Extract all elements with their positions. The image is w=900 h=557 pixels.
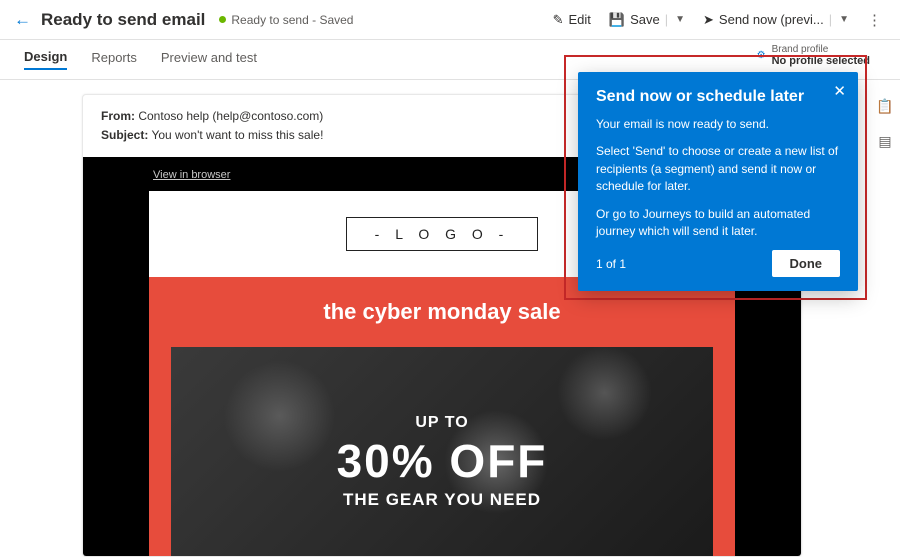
status-dot-icon (219, 16, 226, 23)
sale-title: the cyber monday sale (149, 299, 735, 325)
subject-value: You won't want to miss this sale! (151, 128, 323, 142)
close-icon[interactable]: ✕ (833, 82, 846, 100)
logo-placeholder: - L O G O - (346, 217, 539, 251)
hero-subline: THE GEAR YOU NEED (343, 490, 541, 510)
send-icon: ➤ (703, 12, 714, 28)
hero-headline: 30% OFF (337, 434, 548, 488)
save-button[interactable]: 💾 Save | ▼ (605, 8, 689, 32)
pencil-icon: ✎ (553, 12, 564, 28)
send-now-button[interactable]: ➤ Send now (previ... | ▼ (699, 8, 853, 32)
teaching-callout: ✕ Send now or schedule later Your email … (578, 72, 858, 291)
tab-design[interactable]: Design (24, 49, 67, 70)
back-arrow-icon[interactable]: ← (14, 10, 31, 30)
gear-icon: ⚙ (757, 50, 766, 61)
callout-text-3: Or go to Journeys to build an automated … (596, 206, 840, 241)
brand-profile-value: No profile selected (772, 55, 870, 67)
status-text: Ready to send - Saved (231, 13, 353, 27)
tab-preview-and-test[interactable]: Preview and test (161, 50, 257, 69)
subject-label: Subject: (101, 128, 148, 142)
more-menu-button[interactable]: ⋮ (863, 11, 886, 29)
separator: | (665, 12, 668, 27)
callout-text-1: Your email is now ready to send. (596, 116, 840, 133)
hero-image: UP TO 30% OFF THE GEAR YOU NEED (171, 347, 713, 557)
brand-profile-label: Brand profile (772, 44, 870, 55)
save-icon: 💾 (609, 12, 625, 28)
chevron-down-icon[interactable]: ▼ (675, 14, 685, 25)
save-label: Save (630, 12, 660, 27)
from-value: Contoso help (help@contoso.com) (138, 109, 323, 123)
brand-profile-selector[interactable]: ⚙ Brand profile No profile selected (757, 44, 870, 67)
callout-page-indicator: 1 of 1 (596, 257, 626, 271)
done-button[interactable]: Done (772, 250, 841, 277)
from-label: From: (101, 109, 135, 123)
status-indicator: Ready to send - Saved (219, 13, 353, 27)
chevron-down-icon[interactable]: ▼ (839, 14, 849, 25)
callout-title: Send now or schedule later (596, 88, 840, 106)
tab-reports[interactable]: Reports (91, 50, 137, 69)
callout-text-2: Select 'Send' to choose or create a new … (596, 143, 840, 195)
separator: | (829, 12, 832, 27)
sale-banner: the cyber monday sale UP TO 30% OFF THE … (149, 277, 735, 557)
clipboard-icon[interactable]: 📋 (876, 98, 893, 115)
edit-button[interactable]: ✎ Edit (549, 8, 595, 32)
top-command-bar: ← Ready to send email Ready to send - Sa… (0, 0, 900, 40)
send-label: Send now (previ... (719, 12, 824, 27)
page-title: Ready to send email (41, 10, 205, 30)
edit-label: Edit (568, 12, 590, 27)
side-toolbar: 📋 ▤ (870, 98, 900, 150)
hero-overline: UP TO (415, 414, 468, 432)
grid-icon[interactable]: ▤ (878, 133, 891, 150)
